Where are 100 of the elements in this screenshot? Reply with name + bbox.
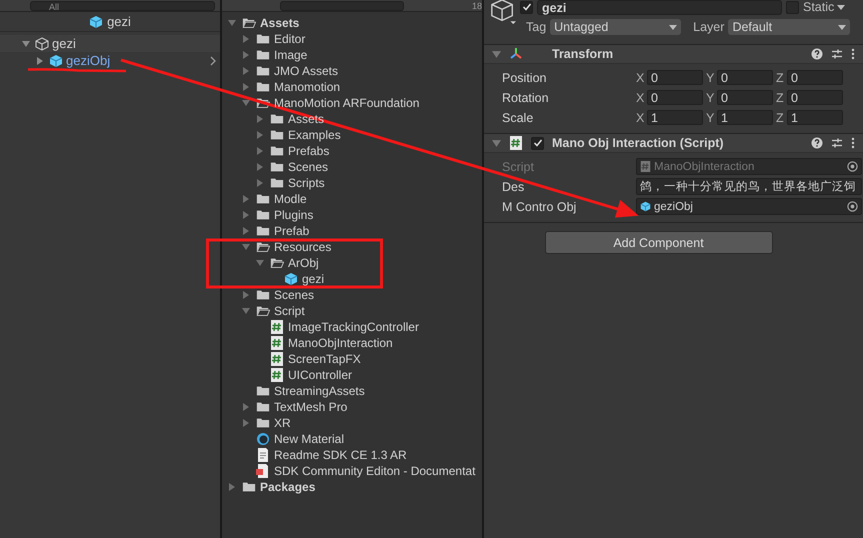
- cube-icon: [284, 272, 298, 286]
- hierarchy-item[interactable]: gezi: [52, 36, 76, 51]
- number-field[interactable]: 0: [717, 70, 773, 85]
- check-icon: [532, 138, 542, 148]
- project-item[interactable]: ImageTrackingController: [288, 320, 419, 334]
- project-item[interactable]: Image: [274, 48, 308, 62]
- number-field[interactable]: 0: [787, 90, 843, 105]
- project-item[interactable]: Examples: [288, 128, 341, 142]
- static-checkbox[interactable]: [786, 0, 799, 14]
- help-icon[interactable]: [811, 48, 823, 60]
- number-field[interactable]: 0: [717, 90, 773, 105]
- caret-icon: [838, 24, 846, 30]
- folder-icon: [256, 416, 270, 430]
- project-item[interactable]: JMO Assets: [274, 64, 338, 78]
- folder-icon: [270, 160, 284, 174]
- project-item[interactable]: Scenes: [274, 288, 314, 302]
- static-dropdown[interactable]: Static: [803, 0, 846, 14]
- pdf-document-icon: [256, 464, 270, 478]
- add-component-button[interactable]: Add Component: [544, 231, 772, 254]
- folder-icon: [256, 224, 270, 238]
- tag-dropdown[interactable]: Untagged: [550, 19, 682, 35]
- project-item[interactable]: ManoObjInteraction: [288, 336, 393, 350]
- project-item[interactable]: gezi: [302, 272, 324, 286]
- scene-title: gezi: [107, 14, 131, 29]
- folder-icon: [256, 80, 270, 94]
- project-item[interactable]: Prefab: [274, 224, 310, 238]
- property-label: Des: [502, 180, 526, 194]
- more-options-icon[interactable]: [851, 137, 855, 149]
- number-field[interactable]: 0: [647, 90, 703, 105]
- project-item[interactable]: ArObj: [288, 256, 319, 270]
- project-item[interactable]: Resources: [274, 240, 332, 254]
- open-folder-icon: [256, 304, 270, 318]
- project-item[interactable]: New Material: [274, 432, 344, 446]
- sliders-icon[interactable]: [831, 48, 843, 60]
- project-item[interactable]: Manomotion: [274, 80, 340, 94]
- project-item[interactable]: Script: [274, 304, 305, 318]
- axis-label: X: [636, 90, 645, 104]
- project-item[interactable]: SDK Community Editon - Documentat: [274, 464, 476, 478]
- property-label: M Contro Obj: [502, 200, 578, 214]
- script-icon: [270, 320, 284, 334]
- object-field[interactable]: geziObj: [636, 198, 862, 215]
- number-field[interactable]: 1: [647, 110, 703, 125]
- check-icon: [522, 2, 532, 12]
- number-field[interactable]: 0: [647, 70, 703, 85]
- object-picker-icon[interactable]: [847, 161, 858, 172]
- project-item[interactable]: Scenes: [288, 160, 328, 174]
- property-label: Position: [502, 70, 548, 84]
- open-folder-icon: [242, 16, 256, 30]
- more-options-icon[interactable]: [851, 48, 855, 60]
- name-field[interactable]: gezi: [537, 0, 782, 14]
- object-picker-icon[interactable]: [847, 201, 858, 212]
- project-item[interactable]: ScreenTapFX: [288, 352, 361, 366]
- axis-label: Y: [706, 70, 715, 84]
- expand-arrow-icon[interactable]: [256, 259, 266, 267]
- document-icon: [256, 448, 270, 462]
- layer-dropdown[interactable]: Default: [728, 19, 850, 35]
- collapse-arrow-icon[interactable]: [492, 50, 501, 58]
- help-icon[interactable]: [811, 137, 823, 149]
- folder-icon: [270, 144, 284, 158]
- expand-arrow-icon[interactable]: [228, 19, 238, 27]
- cube-outline-icon: [490, 0, 516, 26]
- folder-icon: [256, 208, 270, 222]
- project-item[interactable]: Editor: [274, 32, 306, 46]
- folder-icon: [270, 128, 284, 142]
- caret-icon: [837, 4, 846, 10]
- chevron-right-icon[interactable]: [210, 56, 216, 66]
- project-item[interactable]: Plugins: [274, 208, 314, 222]
- project-item[interactable]: Scripts: [288, 176, 325, 190]
- project-item[interactable]: Readme SDK CE 1.3 AR: [274, 448, 407, 462]
- text-field[interactable]: 鸽，一种十分常见的鸟，世界各地广泛饲: [636, 178, 862, 195]
- project-item[interactable]: Prefabs: [288, 144, 330, 158]
- project-item[interactable]: ManoMotion ARFoundation: [274, 96, 420, 110]
- search-field[interactable]: [280, 1, 404, 11]
- number-field[interactable]: 1: [717, 110, 773, 125]
- project-item[interactable]: Packages: [260, 480, 316, 494]
- sliders-icon[interactable]: [831, 137, 843, 149]
- expand-arrow-icon[interactable]: [242, 243, 252, 251]
- search-field[interactable]: All: [30, 1, 215, 11]
- collapse-arrow-icon[interactable]: [492, 138, 501, 148]
- hierarchy-item[interactable]: geziObj: [66, 53, 110, 68]
- open-folder-icon: [270, 256, 284, 270]
- project-item[interactable]: Assets: [260, 16, 300, 30]
- hidden-count[interactable]: 18: [472, 1, 482, 11]
- project-item[interactable]: UIController: [288, 368, 352, 382]
- project-item[interactable]: TextMesh Pro: [274, 400, 348, 414]
- project-item[interactable]: XR: [274, 416, 291, 430]
- expand-arrow-icon[interactable]: [242, 307, 252, 315]
- number-field[interactable]: 1: [787, 110, 843, 125]
- property-label: Rotation: [502, 90, 550, 104]
- script-icon: [509, 136, 523, 150]
- active-checkbox[interactable]: [520, 0, 533, 14]
- project-item[interactable]: StreamingAssets: [274, 384, 365, 398]
- script-icon: [270, 368, 284, 382]
- expand-arrow-icon[interactable]: [22, 40, 32, 48]
- folder-icon: [256, 48, 270, 62]
- expand-arrow-icon[interactable]: [242, 99, 252, 107]
- axis-label: Z: [776, 110, 785, 124]
- enabled-checkbox[interactable]: [531, 136, 544, 150]
- number-field[interactable]: 0: [787, 70, 843, 85]
- project-item[interactable]: Modle: [274, 192, 307, 206]
